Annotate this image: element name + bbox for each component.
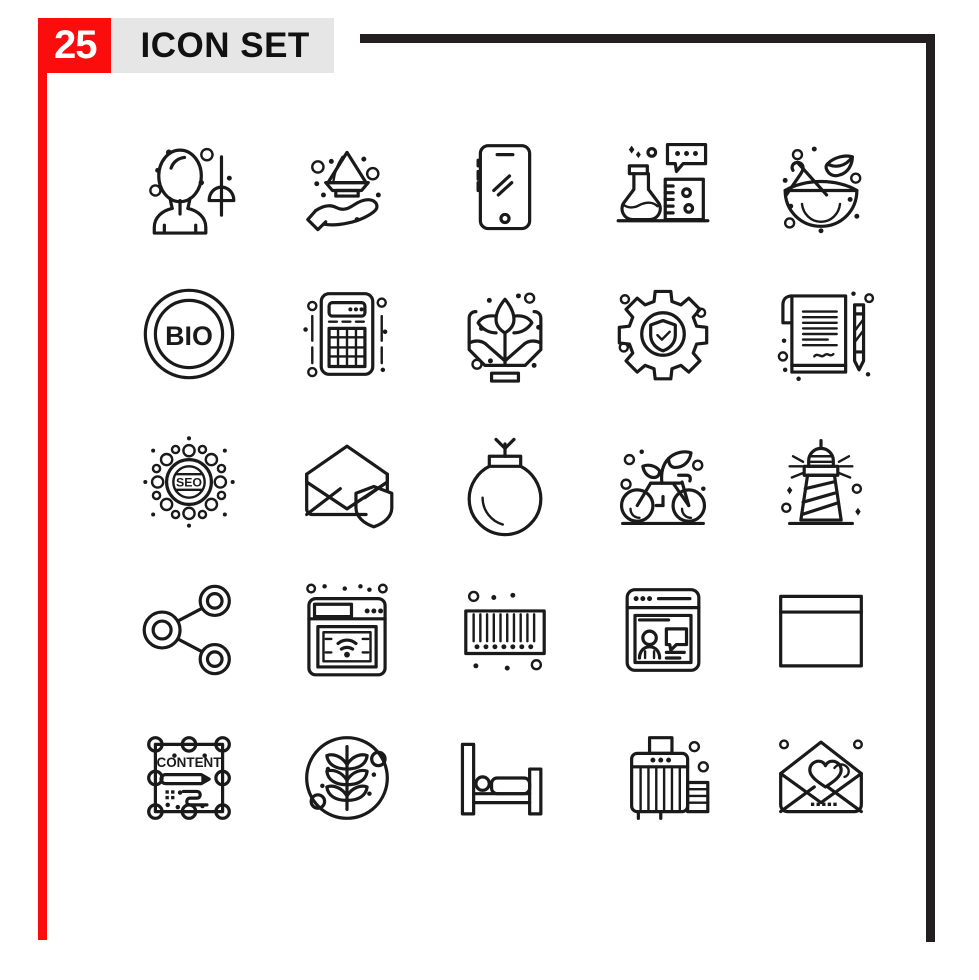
icon-cell-plant-circle[interactable] <box>268 704 426 852</box>
blank-window-icon <box>765 574 877 686</box>
secure-email-shield-icon <box>291 426 403 538</box>
contract-pen-icon <box>765 291 877 382</box>
icon-grid: BIO SEO CONTENT <box>110 112 900 852</box>
lab-flask-beaker-chat-icon <box>607 130 719 242</box>
icon-cell-smartphone[interactable] <box>426 112 584 260</box>
icon-cell-eco-bicycle[interactable] <box>584 408 742 556</box>
icon-cell-lab-flask-beaker-chat[interactable] <box>584 112 742 260</box>
browser-webinar-icon <box>607 574 719 686</box>
poster-header: 25 ICON SET <box>38 18 334 73</box>
icon-cell-content-editor[interactable]: CONTENT <box>110 704 268 852</box>
seo-badge-icon: SEO <box>143 436 235 528</box>
mortar-pestle-herbs-icon <box>782 146 877 234</box>
bio-badge-icon: BIO <box>133 278 245 390</box>
icon-cell-gear-shield-check[interactable] <box>584 260 742 408</box>
icon-set-poster: 25 ICON SET BIO SEO CONTENT <box>0 0 979 980</box>
hand-holding-gem-icon <box>291 130 381 242</box>
icon-cell-lighthouse[interactable] <box>742 408 900 556</box>
icon-cell-bomb[interactable] <box>426 408 584 556</box>
icon-cell-hand-holding-gem[interactable] <box>268 112 426 260</box>
content-editor-text: CONTENT <box>157 755 223 770</box>
icon-cell-calculator[interactable] <box>268 260 426 408</box>
bomb-icon <box>449 426 561 538</box>
smartphone-icon <box>449 130 561 242</box>
icon-cell-seo-badge[interactable]: SEO <box>110 408 268 556</box>
accent-rule-left <box>38 18 47 940</box>
icon-cell-radiator[interactable] <box>426 556 584 704</box>
gear-shield-check-icon <box>607 278 719 390</box>
browser-wifi-icon <box>291 574 403 686</box>
radiator-icon <box>449 574 561 671</box>
bed-icon <box>449 722 561 834</box>
icon-cell-hands-holding-plant[interactable] <box>426 260 584 408</box>
content-editor-icon: CONTENT <box>133 722 245 834</box>
frame-rule-right <box>926 34 935 942</box>
plant-circle-icon <box>291 722 403 834</box>
icon-cell-bio-badge[interactable]: BIO <box>110 260 268 408</box>
icon-cell-contract-pen[interactable] <box>742 260 900 408</box>
icon-cell-browser-wifi[interactable] <box>268 556 426 704</box>
frame-rule-top <box>360 34 935 43</box>
love-letter-icon <box>765 722 877 834</box>
poster-title: ICON SET <box>110 18 334 73</box>
seo-badge-text: SEO <box>176 475 202 489</box>
icon-cell-luggage[interactable] <box>584 704 742 852</box>
eco-bicycle-icon <box>607 449 719 538</box>
hands-holding-plant-icon <box>449 278 561 390</box>
share-network-icon <box>133 574 245 686</box>
icon-count-badge: 25 <box>38 18 111 73</box>
calculator-icon <box>303 278 388 390</box>
icon-cell-blank-window[interactable] <box>742 556 900 704</box>
icon-cell-browser-webinar[interactable] <box>584 556 742 704</box>
icon-cell-love-letter[interactable] <box>742 704 900 852</box>
icon-cell-share-network[interactable] <box>110 556 268 704</box>
luggage-icon <box>607 722 719 834</box>
icon-cell-bed[interactable] <box>426 704 584 852</box>
icon-cell-user-desk-lamp[interactable] <box>110 112 268 260</box>
icon-cell-secure-email-shield[interactable] <box>268 408 426 556</box>
lighthouse-icon <box>765 426 877 538</box>
bio-badge-text: BIO <box>165 321 213 351</box>
user-desk-lamp-icon <box>133 130 245 242</box>
icon-cell-mortar-pestle-herbs[interactable] <box>742 112 900 260</box>
